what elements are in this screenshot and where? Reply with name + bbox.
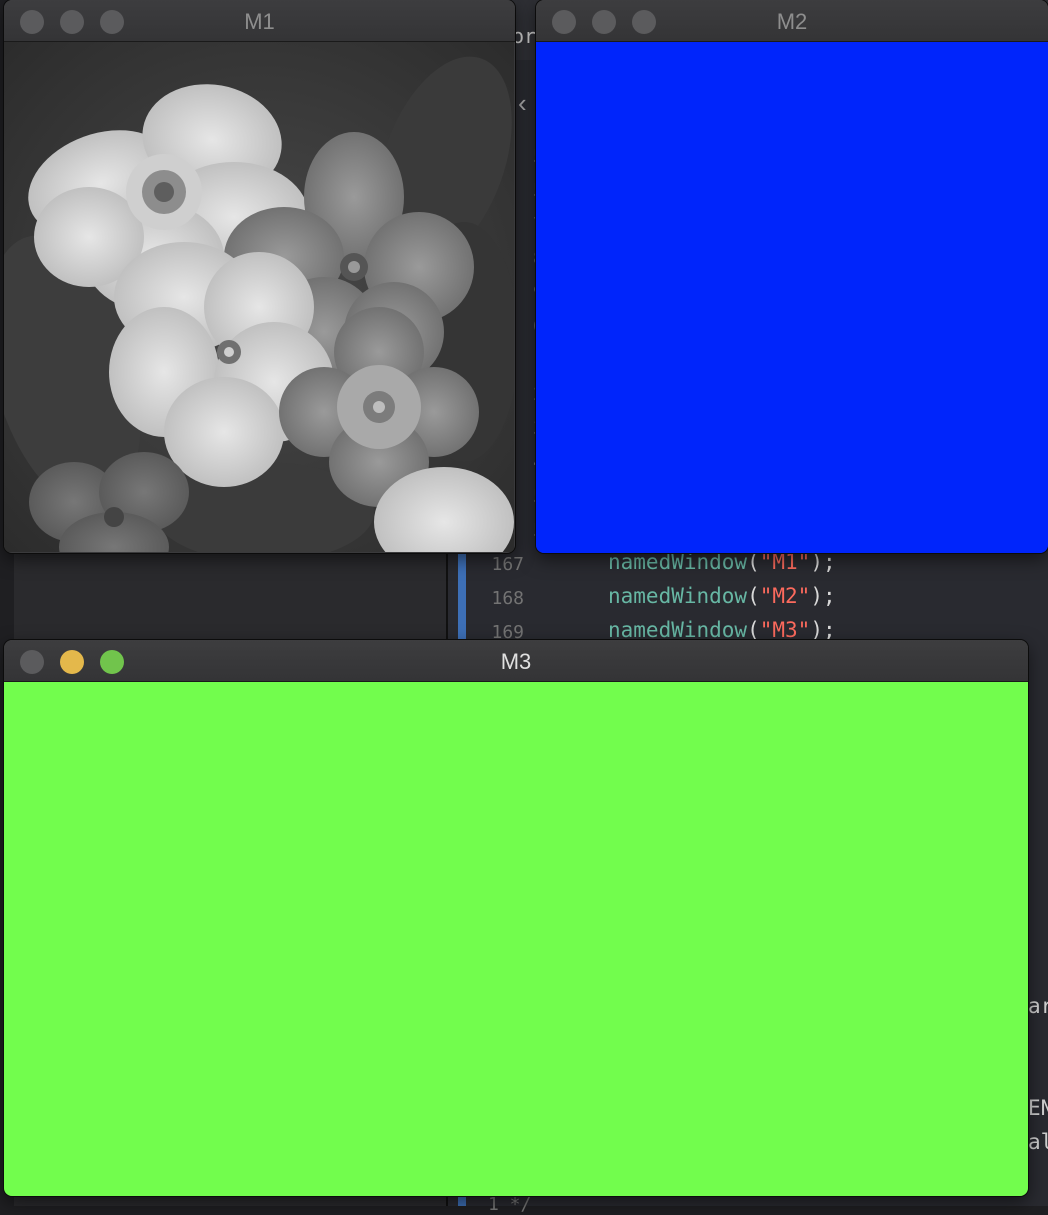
editor-tab-label[interactable]: or <box>512 24 536 48</box>
window-title: M2 <box>776 9 808 34</box>
window-m3[interactable]: M3 <box>4 640 1028 1196</box>
code-punct: ); <box>810 618 836 642</box>
code-line[interactable]: namedWindow("M2"); <box>608 584 836 608</box>
solid-color-view[interactable] <box>536 42 1048 553</box>
code-fragment: 1 */ <box>488 1194 532 1215</box>
window-titlebar[interactable]: M1 <box>4 0 515 42</box>
code-fragment: al <box>1028 1130 1048 1154</box>
window-m1[interactable]: M1 <box>4 0 515 553</box>
code-line[interactable]: namedWindow("M1"); <box>608 550 836 574</box>
code-function-name: namedWindow <box>608 584 748 608</box>
image-view[interactable] <box>4 42 515 553</box>
code-line[interactable]: namedWindow("M3"); <box>608 618 836 642</box>
back-chevron-icon[interactable]: ‹ <box>518 88 527 119</box>
code-string: "M2" <box>759 584 811 608</box>
line-number: 167 <box>491 554 524 575</box>
code-punct: ( <box>747 550 760 574</box>
code-function-name: namedWindow <box>608 618 748 642</box>
window-title: M1 <box>244 9 275 34</box>
code-punct: ); <box>810 550 836 574</box>
code-function-name: namedWindow <box>608 550 748 574</box>
line-number: 168 <box>491 588 524 609</box>
flower-image <box>4 42 514 552</box>
window-titlebar[interactable]: M2 <box>536 0 1048 42</box>
code-punct: ); <box>810 584 836 608</box>
code-string: "M1" <box>759 550 811 574</box>
code-fragment: EN <box>1028 1096 1048 1120</box>
code-punct: ( <box>747 584 760 608</box>
solid-color-view[interactable] <box>4 682 1028 1196</box>
code-punct: ( <box>747 618 760 642</box>
window-m2[interactable]: M2 <box>536 0 1048 553</box>
window-titlebar[interactable]: M3 <box>4 640 1028 682</box>
code-fragment: ar <box>1028 994 1048 1018</box>
code-string: "M3" <box>759 618 811 642</box>
window-title: M3 <box>500 649 532 674</box>
